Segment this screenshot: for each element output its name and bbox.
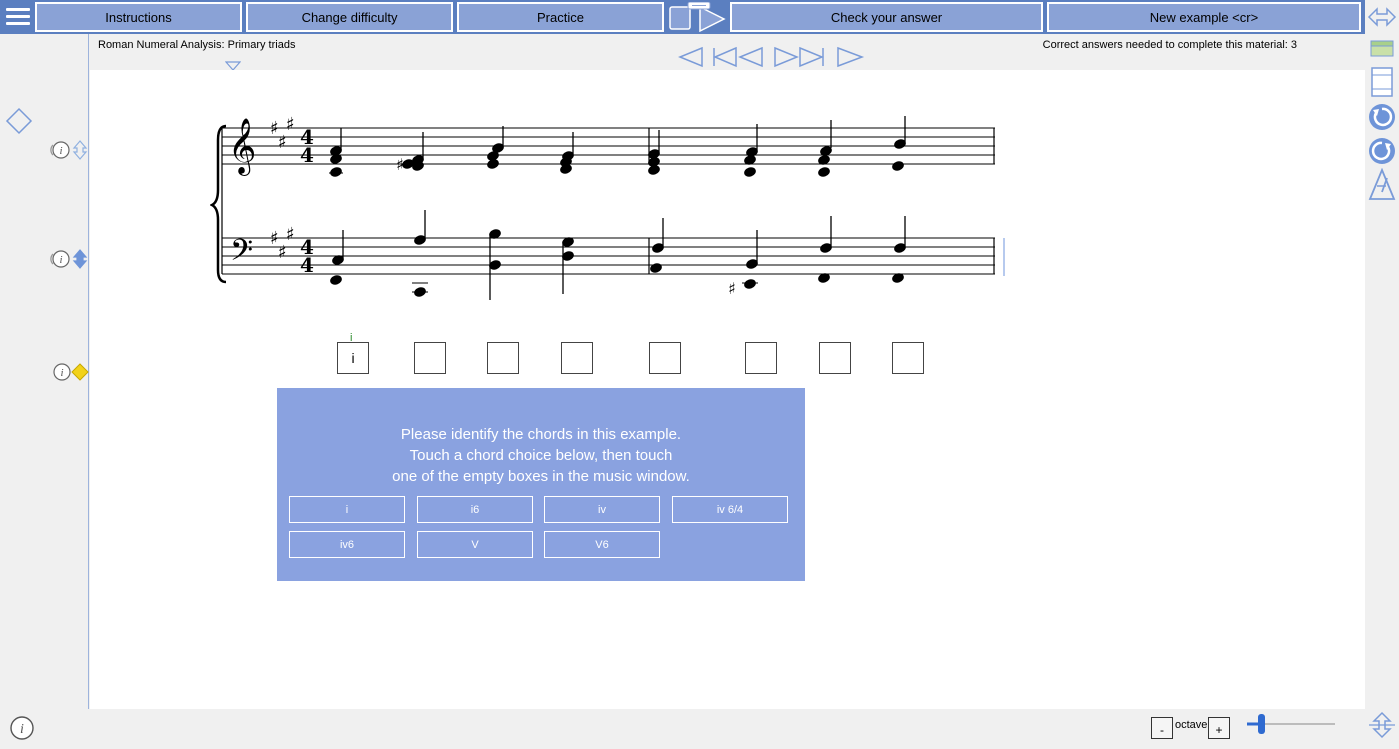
octave-label: octave — [1175, 719, 1208, 731]
answer-box-8[interactable] — [892, 342, 924, 374]
instruction-line-2: Touch a chord choice below, then touch — [409, 447, 673, 464]
info-row: Roman Numeral Analysis: Primary triads C… — [90, 34, 1365, 71]
bass-chord-7 — [818, 216, 832, 283]
treble-clef: 𝄞 — [228, 118, 256, 176]
answer-box-4[interactable] — [561, 342, 593, 374]
practice-button[interactable]: Practice — [457, 2, 664, 32]
zoom-slider[interactable] — [1245, 713, 1340, 735]
svg-text:i: i — [20, 722, 24, 737]
bass-key-signature: ♯♯♯ — [270, 224, 295, 263]
color-bar-icon[interactable] — [1370, 40, 1394, 58]
music-window: 𝄞 𝄢 ♯ ♯ ♯ ♯ ♯ ♯ 44 44 ♯ ♯ i i Please ide… — [90, 70, 1365, 709]
instructions-button[interactable]: Instructions — [35, 2, 242, 32]
exercise-title: Roman Numeral Analysis: Primary triads — [98, 39, 296, 51]
bass-chord-3 — [489, 229, 501, 300]
app-window: Instructions Change difficulty Practice … — [0, 0, 1399, 749]
svg-text:i: i — [59, 145, 62, 157]
resize-vertical-icon[interactable] — [1367, 711, 1397, 739]
treble-chord-8 — [892, 116, 906, 171]
left-panel: i i i — [0, 34, 89, 709]
transport-controls — [678, 46, 865, 68]
diamond-icon[interactable] — [5, 107, 33, 135]
chord-choice-i6[interactable]: i6 — [417, 496, 533, 523]
bottom-bar: i - octave + — [0, 709, 1365, 749]
bass-chord-2 — [412, 210, 428, 297]
answer-box-3[interactable] — [487, 342, 519, 374]
bass-clef: 𝄢 — [230, 234, 253, 275]
top-toolbar: Instructions Change difficulty Practice … — [0, 0, 1399, 34]
treble-chord-7 — [818, 120, 832, 177]
chord-choice-iv[interactable]: iv — [544, 496, 660, 523]
instructions-panel: Please identify the chords in this examp… — [277, 388, 805, 581]
correct-needed-text: Correct answers needed to complete this … — [1042, 39, 1297, 51]
bass-chord-8 — [892, 216, 906, 283]
treble-time-signature: 44 — [300, 125, 314, 167]
treble-chord-3 — [487, 126, 504, 169]
answer-box-1[interactable]: i — [337, 342, 369, 374]
octave-plus-button[interactable]: + — [1208, 717, 1230, 739]
svg-text:4: 4 — [300, 253, 314, 277]
treble-key-signature: ♯♯♯ — [270, 114, 295, 153]
svg-text:4: 4 — [300, 143, 314, 167]
chord-choice-iv6[interactable]: iv6 — [289, 531, 405, 558]
instruction-line-1: Please identify the chords in this examp… — [400, 426, 682, 443]
answer-box-7[interactable] — [819, 342, 851, 374]
treble-chord-2: ♯ — [396, 132, 424, 174]
metronome-icon[interactable] — [1367, 168, 1397, 202]
bass-time-signature: 44 — [300, 235, 314, 277]
page-view-icon[interactable] — [1370, 67, 1394, 97]
svg-text:i: i — [59, 254, 62, 266]
svg-text:♯: ♯ — [728, 279, 736, 298]
svg-text:i: i — [60, 367, 63, 379]
svg-text:♯: ♯ — [278, 242, 287, 263]
grand-staff: 𝄞 𝄢 ♯♯♯ ♯♯♯ 44 44 ♯ ♯ — [210, 114, 1005, 300]
undo-icon[interactable] — [1367, 102, 1397, 132]
next-icon[interactable] — [837, 46, 865, 68]
redo-icon[interactable] — [1367, 136, 1397, 166]
treble-chord-6 — [744, 124, 758, 177]
instructions-text: Please identify the chords in this examp… — [277, 424, 805, 487]
chord-choice-V[interactable]: V — [417, 531, 533, 558]
right-panel — [1365, 0, 1399, 749]
svg-text:♯: ♯ — [278, 132, 287, 153]
octave-minus-button[interactable]: - — [1151, 717, 1173, 739]
svg-text:♯: ♯ — [286, 114, 295, 135]
svg-text:♯: ♯ — [286, 224, 295, 245]
last-icon[interactable] — [774, 46, 824, 68]
play-icon[interactable] — [668, 2, 728, 32]
treble-info-icon[interactable]: i — [48, 138, 90, 162]
zoom-slider-thumb — [1258, 714, 1265, 734]
chord-choice-V6[interactable]: V6 — [544, 531, 660, 558]
resize-horizontal-icon[interactable] — [1367, 4, 1397, 30]
answer-box-6[interactable] — [745, 342, 777, 374]
first-icon[interactable] — [713, 46, 763, 68]
bass-chord-6: ♯ — [728, 230, 758, 298]
treble-chord-1 — [329, 128, 343, 177]
hamburger-menu-icon[interactable] — [4, 4, 32, 30]
change-difficulty-button[interactable]: Change difficulty — [246, 2, 453, 32]
check-answer-button[interactable]: Check your answer — [730, 2, 1043, 32]
answer-box-2[interactable] — [414, 342, 446, 374]
previous-icon[interactable] — [678, 46, 703, 68]
bass-info-icon[interactable]: i — [48, 247, 90, 271]
chord-choice-i[interactable]: i — [289, 496, 405, 523]
treble-chord-4 — [560, 132, 574, 174]
info-icon[interactable]: i — [9, 715, 35, 741]
brace — [210, 124, 227, 284]
new-example-button[interactable]: New example <cr> — [1047, 2, 1361, 32]
answer-box-5[interactable] — [649, 342, 681, 374]
instruction-line-3: one of the empty boxes in the music wind… — [392, 468, 690, 485]
chord-choice-iv64[interactable]: iv 6/4 — [672, 496, 788, 523]
analysis-info-icon[interactable]: i — [52, 361, 90, 383]
